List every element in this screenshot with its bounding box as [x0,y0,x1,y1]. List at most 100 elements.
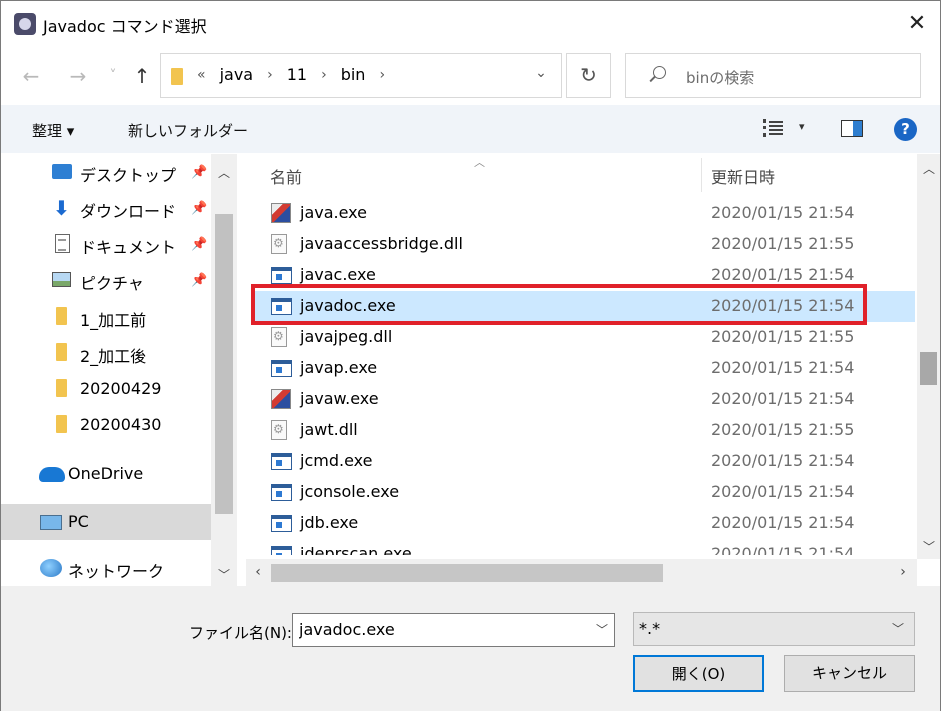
file-row[interactable]: java.exe 2020/01/15 21:54 [251,198,915,229]
sidebar-item-folder-3[interactable]: 20200429 [1,371,211,407]
dll-icon [271,327,287,347]
close-button[interactable]: ✕ [894,1,940,47]
title-bar: Javadoc コマンド選択 ✕ [1,1,940,49]
sidebar-scrollbar[interactable]: ︿ ﹀ [211,154,237,586]
file-list-horizontal-scrollbar[interactable]: ‹ › [246,559,917,586]
search-input[interactable]: binの検索 [625,53,921,98]
help-icon[interactable]: ? [894,118,917,141]
sort-caret-icon: ︿ [474,156,485,169]
up-arrow-icon[interactable]: ↑ [127,61,157,91]
pin-icon[interactable]: 📌 [191,273,207,288]
file-rows: java.exe 2020/01/15 21:54 javaaccessbridg… [251,198,915,555]
sidebar-item-folder-1[interactable]: 1_加工前 [1,299,211,335]
sidebar-item-folder-2[interactable]: 2_加工後 [1,335,211,371]
file-row[interactable]: javap.exe 2020/01/15 21:54 [251,353,915,384]
file-row[interactable]: jawt.dll 2020/01/15 21:55 [251,415,915,446]
pictures-icon [52,272,71,287]
file-row[interactable]: jdeprscan.exe 2020/01/15 21:54 [251,539,915,555]
exe-icon [271,360,292,377]
filename-combobox[interactable]: ﹀ [292,613,615,647]
address-bar[interactable]: « java › 11 › bin › ⌄ [160,53,562,98]
documents-icon [55,234,70,253]
open-button[interactable]: 開く(O) [633,655,764,692]
breadcrumb-bin[interactable]: bin [341,65,366,84]
file-name: jdb.exe [300,513,359,532]
file-modified: 2020/01/15 21:54 [711,296,855,315]
pin-icon[interactable]: 📌 [191,201,207,216]
sidebar-item-network[interactable]: ネットワーク [1,550,211,586]
exe-icon [271,298,292,315]
new-folder-button[interactable]: 新しいフォルダー [128,120,248,141]
file-row[interactable]: javac.exe 2020/01/15 21:54 [251,260,915,291]
scroll-down-icon[interactable]: ﹀ [215,566,233,583]
breadcrumb-11[interactable]: 11 [287,65,307,84]
file-name: java.exe [300,203,367,222]
file-row[interactable]: jdb.exe 2020/01/15 21:54 [251,508,915,539]
file-row[interactable]: jconsole.exe 2020/01/15 21:54 [251,477,915,508]
cancel-button[interactable]: キャンセル [784,655,915,692]
file-name: javadoc.exe [300,296,396,315]
forward-arrow-icon[interactable]: → [63,61,93,91]
scroll-right-icon[interactable]: › [894,564,912,580]
chevron-right-icon[interactable]: › [379,67,385,83]
file-modified: 2020/01/15 21:54 [711,513,855,532]
filetype-value: *.* [639,619,661,638]
file-row-selected[interactable]: javadoc.exe 2020/01/15 21:54 [251,291,915,322]
back-arrow-icon[interactable]: ← [16,61,46,91]
desktop-icon [52,164,72,179]
exe-icon [271,546,292,555]
column-header-name[interactable]: 名前 [270,164,302,188]
breadcrumb-java[interactable]: java [220,65,254,84]
filename-field[interactable] [299,620,579,639]
sidebar-item-pc[interactable]: PC [1,504,211,540]
sidebar-item-folder-4[interactable]: 20200430 [1,407,211,443]
vertical-scroll-thumb[interactable] [920,352,937,385]
sidebar-item-downloads[interactable]: ⬇ ダウンロード 📌 [1,190,211,226]
file-row[interactable]: jcmd.exe 2020/01/15 21:54 [251,446,915,477]
sidebar-item-onedrive[interactable]: OneDrive [1,456,211,492]
exe-icon [271,267,292,284]
horizontal-scroll-thumb[interactable] [271,564,663,582]
sidebar-item-desktop[interactable]: デスクトップ 📌 [1,154,211,190]
file-row[interactable]: javaaccessbridge.dll 2020/01/15 21:55 [251,229,915,260]
chevron-right-icon[interactable]: › [267,67,273,83]
pc-icon [40,515,62,530]
recent-locations-icon[interactable]: ˅ [98,61,128,91]
file-modified: 2020/01/15 21:54 [711,265,855,284]
scroll-up-icon[interactable]: ︿ [920,160,938,177]
scroll-up-icon[interactable]: ︿ [215,164,233,181]
file-list-vertical-scrollbar[interactable]: ︿ ﹀ [917,154,940,559]
file-modified: 2020/01/15 21:54 [711,544,855,555]
file-row[interactable]: javaw.exe 2020/01/15 21:54 [251,384,915,415]
refresh-button[interactable]: ↻ [566,53,611,98]
sidebar-item-label: 20200429 [80,379,162,398]
view-dropdown-icon[interactable]: ▾ [799,120,805,133]
breadcrumb-overflow[interactable]: « [197,67,206,83]
organize-button[interactable]: 整理 ▾ [32,120,74,141]
column-divider[interactable] [701,158,702,192]
chevron-down-icon[interactable]: ⌄ [531,65,551,85]
sidebar-scroll-thumb[interactable] [215,214,233,514]
pin-icon[interactable]: 📌 [191,165,207,180]
chevron-down-icon[interactable]: ﹀ [892,620,904,637]
file-row[interactable]: javajpeg.dll 2020/01/15 21:55 [251,322,915,353]
pin-icon[interactable]: 📌 [191,237,207,252]
sidebar-item-documents[interactable]: ドキュメント 📌 [1,226,211,262]
filetype-select[interactable]: *.* ﹀ [633,612,915,646]
download-icon: ⬇ [53,196,70,220]
view-options-icon[interactable] [763,119,783,137]
preview-pane-icon[interactable] [841,120,863,137]
scroll-left-icon[interactable]: ‹ [249,564,267,580]
sidebar-item-pictures[interactable]: ピクチャ 📌 [1,262,211,298]
chevron-right-icon[interactable]: › [321,67,327,83]
scroll-down-icon[interactable]: ﹀ [920,538,938,555]
sidebar-item-label: ネットワーク [68,562,165,581]
dialog-footer: ファイル名(N): ﹀ *.* ﹀ 開く(O) キャンセル [1,586,940,711]
exe-icon [271,453,292,470]
column-header-modified[interactable]: 更新日時 [711,164,775,188]
chevron-down-icon[interactable]: ﹀ [596,621,608,638]
sidebar-item-label: ドキュメント [80,238,177,257]
file-modified: 2020/01/15 21:54 [711,451,855,470]
folder-icon [56,415,67,433]
file-modified: 2020/01/15 21:55 [711,234,855,253]
